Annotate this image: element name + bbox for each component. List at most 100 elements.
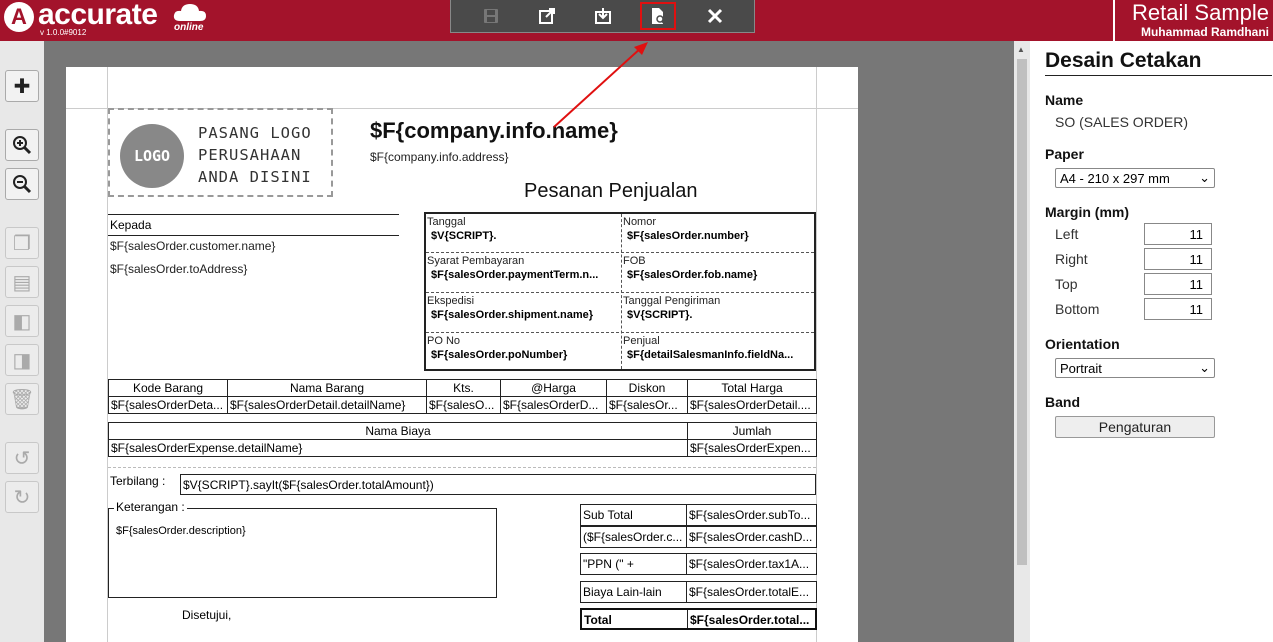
fob-cell[interactable]: FOB $F{salesOrder.fob.name} [622, 253, 814, 292]
preview-button[interactable] [640, 2, 676, 30]
paper-select[interactable]: A4 - 210 x 297 mm ⌄ [1055, 168, 1215, 188]
orientation-select[interactable]: Portrait ⌄ [1055, 358, 1215, 378]
table-row: $F{salesOrderDeta... $F{salesOrderDetail… [108, 396, 817, 414]
discount-row[interactable]: ($F{salesOrder.c... $F{salesOrder.cashD..… [580, 526, 817, 548]
redo-button[interactable]: ↻ [5, 481, 39, 513]
customer-name-field[interactable]: $F{salesOrder.customer.name} [108, 236, 399, 259]
tax-row[interactable]: "PPN (" + $F{salesOrder.tax1A... [580, 553, 817, 575]
close-button[interactable] [697, 2, 733, 30]
penjual-cell[interactable]: Penjual $F{detailSalesmanInfo.fieldNa... [622, 333, 814, 369]
undo-icon: ↺ [13, 447, 31, 470]
margin-label: Margin (mm) [1045, 204, 1129, 220]
kepada-section[interactable]: Kepada $F{salesOrder.customer.name} $F{s… [108, 214, 399, 282]
margin-bottom-label: Bottom [1055, 301, 1100, 317]
orientation-select-value: Portrait [1060, 360, 1102, 376]
column-header[interactable]: Nama Biaya [108, 422, 688, 440]
add-element-button[interactable]: ✚ [5, 70, 39, 102]
table-cell[interactable]: $F{salesOrderDeta... [108, 396, 228, 414]
logo-text: PASANG LOGO PERUSAHAAN ANDA DISINI [198, 124, 312, 186]
import-button[interactable] [585, 2, 621, 30]
tanggal-pengiriman-cell[interactable]: Tanggal Pengiriman $V{SCRIPT}. [622, 293, 814, 332]
ekspedisi-cell[interactable]: Ekspedisi $F{salesOrder.shipment.name} [426, 293, 621, 332]
designer-toolbar [450, 0, 755, 33]
other-expense-row[interactable]: Biaya Lain-lain $F{salesOrder.totalE... [580, 581, 817, 603]
column-header[interactable]: @Harga [500, 379, 607, 397]
column-header[interactable]: Total Harga [687, 379, 817, 397]
table-row: $F{salesOrderExpense.detailName} $F{sale… [108, 439, 817, 457]
version-label: v 1.0.0#9012 [40, 28, 87, 37]
table-cell[interactable]: $F{salesOr... [606, 396, 688, 414]
undo-button[interactable]: ↺ [5, 442, 39, 474]
online-label: online [174, 22, 204, 33]
margin-top-label: Top [1055, 276, 1078, 292]
zoom-in-button[interactable] [5, 129, 39, 161]
margin-top-row: Top 11 [1055, 273, 1273, 295]
column-header[interactable]: Nama Barang [227, 379, 427, 397]
subtotal-row[interactable]: Sub Total $F{salesOrder.subTo... [580, 504, 817, 526]
total-row[interactable]: Total $F{salesOrder.total... [580, 608, 817, 630]
margin-top-input[interactable]: 11 [1144, 273, 1212, 295]
column-header[interactable]: Kode Barang [108, 379, 228, 397]
column-header[interactable]: Kts. [426, 379, 501, 397]
scroll-up-icon[interactable]: ▲ [1017, 45, 1025, 54]
name-label: Name [1045, 92, 1084, 108]
redo-icon: ↻ [13, 486, 31, 509]
document-title[interactable]: Pesanan Penjualan [524, 180, 697, 203]
send-back-button[interactable]: ◨ [5, 344, 39, 376]
save-button[interactable] [473, 2, 509, 30]
scroll-thumb[interactable] [1017, 59, 1027, 565]
margin-right-label: Right [1055, 251, 1088, 267]
section-divider [108, 467, 816, 468]
margin-left-label: Left [1055, 226, 1079, 242]
tanggal-cell[interactable]: Tanggal $V{SCRIPT}. [426, 214, 621, 252]
paper-select-value: A4 - 210 x 297 mm [1060, 170, 1170, 186]
export-button[interactable] [529, 2, 565, 30]
margin-left-input[interactable]: 11 [1144, 223, 1212, 245]
paper-label: Paper [1045, 146, 1084, 162]
table-cell[interactable]: $F{salesOrderDetail.detailName} [227, 396, 427, 414]
table-cell[interactable]: $F{salesOrderExpense.detailName} [108, 439, 688, 457]
margin-bottom-input[interactable]: 11 [1144, 298, 1212, 320]
design-canvas[interactable]: LOGO PASANG LOGO PERUSAHAAN ANDA DISINI … [44, 41, 1014, 642]
company-name-field[interactable]: $F{company.info.name} [370, 118, 618, 144]
import-icon [595, 8, 611, 24]
table-cell[interactable]: $F{salesOrderExpen... [687, 439, 817, 457]
vertical-scrollbar[interactable]: ▲ [1014, 41, 1030, 642]
logo-circle: LOGO [120, 124, 184, 188]
po-cell[interactable]: PO No $F{salesOrder.poNumber} [426, 333, 621, 369]
detail-table[interactable]: Kode Barang Nama Barang Kts. @Harga Disk… [108, 379, 817, 414]
expense-table[interactable]: Nama Biaya Jumlah $F{salesOrderExpense.d… [108, 422, 817, 457]
band-settings-button[interactable]: Pengaturan [1055, 416, 1215, 438]
paste-button[interactable]: ▤ [5, 266, 39, 298]
nomor-cell[interactable]: Nomor $F{salesOrder.number} [622, 214, 814, 252]
kepada-label: Kepada [108, 215, 399, 236]
chevron-down-icon: ⌄ [1199, 170, 1210, 185]
column-header[interactable]: Diskon [606, 379, 688, 397]
copy-button[interactable]: ❐ [5, 227, 39, 259]
bring-front-button[interactable]: ◧ [5, 305, 39, 337]
company-address-field[interactable]: $F{company.info.address} [370, 150, 509, 164]
syarat-cell[interactable]: Syarat Pembayaran $F{salesOrder.paymentT… [426, 253, 621, 292]
info-grid[interactable]: Tanggal $V{SCRIPT}. Nomor $F{salesOrder.… [424, 212, 816, 371]
name-value: SO (SALES ORDER) [1055, 114, 1189, 130]
delete-button[interactable]: 🗑 [5, 383, 39, 415]
paper-page[interactable]: LOGO PASANG LOGO PERUSAHAAN ANDA DISINI … [66, 67, 858, 642]
terbilang-field[interactable]: $V{SCRIPT}.sayIt($F{salesOrder.totalAmou… [180, 474, 816, 495]
description-field[interactable]: $F{salesOrder.description} [116, 525, 246, 537]
disetujui-label[interactable]: Disetujui, [182, 608, 231, 622]
logo-placeholder[interactable]: LOGO PASANG LOGO PERUSAHAAN ANDA DISINI [108, 108, 333, 197]
user-name: Muhammad Ramdhani [1140, 25, 1269, 39]
left-toolbox: ✚ ❐ ▤ ◧ ◨ 🗑 ↺ ↻ [0, 41, 44, 642]
zoom-out-icon [13, 175, 32, 194]
column-header[interactable]: Jumlah [687, 422, 817, 440]
keterangan-box[interactable] [108, 508, 497, 598]
zoom-in-icon [13, 136, 32, 155]
table-cell[interactable]: $F{salesO... [426, 396, 501, 414]
zoom-out-button[interactable] [5, 168, 39, 200]
to-address-field[interactable]: $F{salesOrder.toAddress} [108, 259, 399, 282]
table-cell[interactable]: $F{salesOrderDetail.... [687, 396, 817, 414]
margin-right-input[interactable]: 11 [1144, 248, 1212, 270]
keterangan-label: Keterangan : [114, 500, 187, 514]
chevron-down-icon: ⌄ [1199, 360, 1210, 375]
table-cell[interactable]: $F{salesOrderD... [500, 396, 607, 414]
